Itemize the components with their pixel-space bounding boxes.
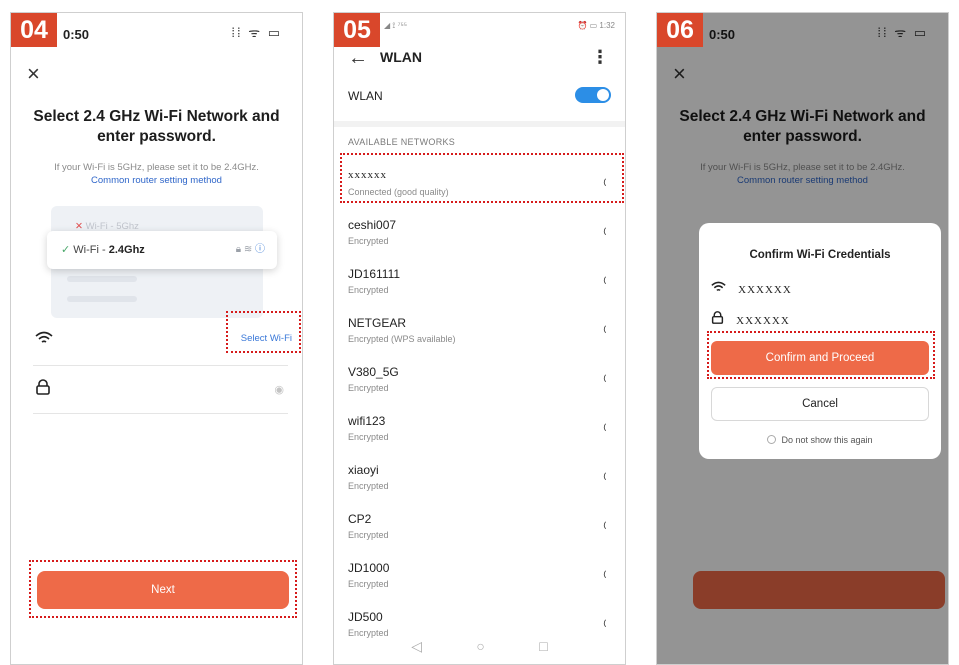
status-time: 0:50: [63, 27, 90, 42]
highlight-confirm: [707, 331, 935, 379]
network-item[interactable]: wifi123 Encrypted ◜: [334, 406, 625, 454]
lock-icon: [35, 379, 51, 400]
ssid-row: XXXXXX: [711, 281, 792, 297]
network-name: xiaoyi: [348, 463, 379, 477]
network-name: NETGEAR: [348, 316, 407, 330]
network-status: Encrypted: [348, 432, 389, 442]
network-item[interactable]: xiaoyi Encrypted ◜: [334, 455, 625, 503]
lock-wifi-info-icons: 🔒︎ ≋ ⓘ: [235, 244, 265, 255]
nav-back-icon[interactable]: ◁: [411, 638, 422, 655]
placeholder-bar: [67, 296, 137, 302]
password-field[interactable]: [33, 413, 288, 414]
wifi-signal-icon: ◜: [598, 371, 614, 387]
screen-step-05: 05 ◢ ⟟ ⁷⁵⁵ ⏰ ▭ 1:32 ← WLAN ⋮ WLAN AVAILA…: [333, 12, 626, 665]
wlan-toggle[interactable]: [575, 87, 611, 103]
network-item[interactable]: V380_5G Encrypted ◜: [334, 357, 625, 405]
network-item[interactable]: ceshi007 Encrypted ◜: [334, 210, 625, 258]
wifi-signal-icon: ◜: [598, 224, 614, 240]
nav-recents-icon[interactable]: □: [539, 638, 547, 654]
highlight-next: [29, 560, 297, 618]
wifi-icon: [35, 331, 53, 350]
nav-home-icon[interactable]: ○: [476, 638, 484, 654]
cancel-button[interactable]: Cancel: [711, 387, 929, 421]
step-badge: 05: [334, 13, 380, 47]
network-status: Encrypted: [348, 579, 389, 589]
step-badge: 04: [11, 13, 57, 47]
illustration-row-24ghz: ✓ Wi-Fi - 2.4Ghz 🔒︎ ≋ ⓘ: [47, 231, 277, 269]
wifi-signal-icon: ◜: [598, 273, 614, 289]
wifi-signal-icon: ◜: [598, 469, 614, 485]
lock-icon: [711, 311, 728, 328]
network-name: JD161111: [348, 267, 401, 281]
highlight-select-wifi: [226, 311, 301, 353]
divider: [33, 365, 288, 366]
hint-text: If your Wi-Fi is 5GHz, please set it to …: [11, 161, 302, 187]
password-row: XXXXXX: [711, 311, 790, 328]
network-item[interactable]: CP2 Encrypted ◜: [334, 504, 625, 552]
info-icon: ⓘ: [255, 244, 265, 255]
step-badge: 06: [657, 13, 703, 47]
ssid-value: XXXXXX: [738, 284, 792, 296]
dialog-title: Confirm Wi-Fi Credentials: [749, 249, 891, 261]
network-item[interactable]: JD161111 Encrypted ◜: [334, 259, 625, 307]
page-title: WLAN: [380, 49, 422, 65]
hint-line: If your Wi-Fi is 5GHz, please set it to …: [54, 162, 259, 173]
eye-icon[interactable]: ◉: [274, 383, 284, 396]
network-name: V380_5G: [348, 365, 399, 379]
network-item[interactable]: JD1000 Encrypted ◜: [334, 553, 625, 601]
status-icons: ⁞⁞ ᯤ ▭: [231, 25, 282, 40]
network-name: CP2: [348, 512, 372, 526]
router-setting-link[interactable]: Common router setting method: [11, 174, 302, 187]
network-status: Encrypted: [348, 481, 389, 491]
network-item[interactable]: NETGEAR Encrypted (WPS available) ◜: [334, 308, 625, 356]
network-status: Encrypted: [348, 285, 389, 295]
wifi-signal-icon: ◜: [598, 322, 614, 338]
network-status: Encrypted: [348, 236, 389, 246]
back-arrow-icon[interactable]: ←: [348, 47, 368, 70]
section-divider: [334, 121, 625, 127]
wifi-signal-icon: ◜: [598, 567, 614, 583]
wifi-signal-icon: ◜: [598, 518, 614, 534]
radio-icon[interactable]: [767, 435, 777, 444]
network-name: JD500: [348, 610, 383, 624]
highlight-connected-network: [340, 153, 624, 203]
toggle-knob: [597, 89, 609, 101]
dont-show-again-option[interactable]: Do not show this again: [699, 435, 941, 445]
screen-step-06: 0:50 ⁞⁞ ᯤ ▭ × Select 2.4 GHz Wi-Fi Netwo…: [656, 12, 949, 665]
wlan-label: WLAN: [348, 89, 383, 103]
placeholder-bar: [67, 276, 137, 282]
status-right: ⏰ ▭ 1:32: [577, 21, 615, 30]
available-networks-header: AVAILABLE NETWORKS: [348, 137, 456, 147]
network-name: wifi123: [348, 414, 386, 428]
status-left: ◢ ⟟ ⁷⁵⁵: [384, 21, 408, 30]
wifi-icon: [711, 281, 730, 297]
page-title: Select 2.4 GHz Wi-Fi Network and enter p…: [33, 108, 280, 145]
android-nav-bar: ◁ ○ □: [334, 628, 625, 664]
network-name: ceshi007: [348, 218, 397, 232]
check-icon: ✓: [61, 244, 71, 256]
password-value: XXXXXX: [736, 315, 790, 327]
network-status: Encrypted (WPS available): [348, 334, 456, 344]
network-status: Encrypted: [348, 530, 389, 540]
more-menu-icon[interactable]: ⋮: [591, 47, 609, 68]
network-name: JD1000: [348, 561, 390, 575]
screen-step-04: 04 0:50 ⁞⁞ ᯤ ▭ × Select 2.4 GHz Wi-Fi Ne…: [10, 12, 303, 665]
close-icon[interactable]: ×: [27, 63, 40, 85]
network-status: Encrypted: [348, 383, 389, 393]
wifi-signal-icon: ◜: [598, 420, 614, 436]
